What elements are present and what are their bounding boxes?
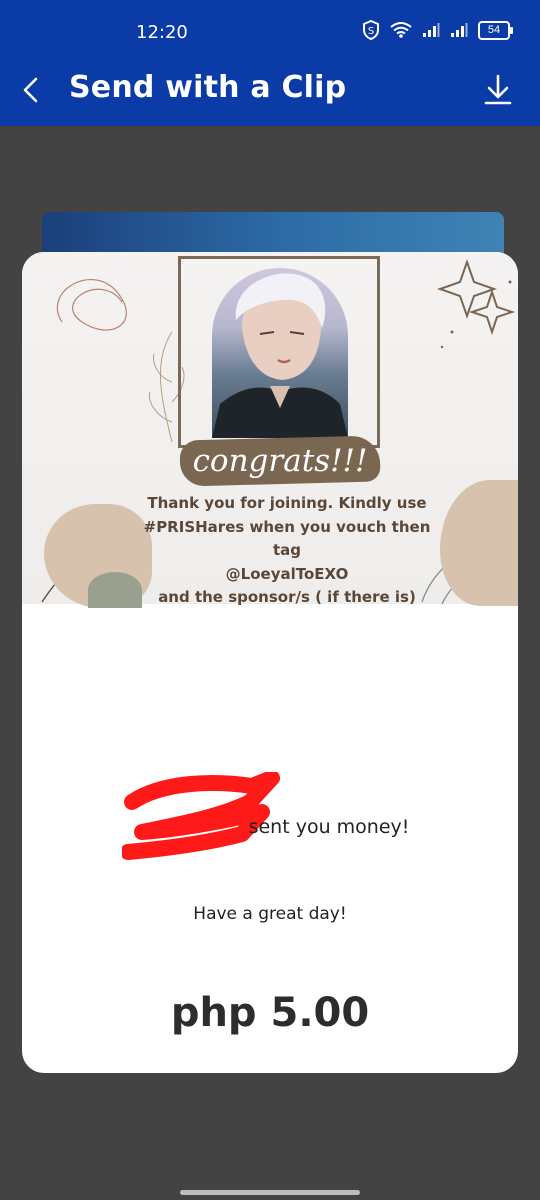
shield-s-icon: S xyxy=(363,20,379,40)
status-bar: 12:20 S 54 xyxy=(0,0,540,54)
clip-line: and the sponsor/s ( if there is) xyxy=(158,588,416,606)
amount-text: php 5.00 xyxy=(170,990,370,1036)
home-indicator[interactable] xyxy=(180,1190,360,1195)
greeting-text: Have a great day! xyxy=(193,904,347,924)
battery-icon: 54 xyxy=(478,20,513,40)
clip-line: Thank you for joining. Kindly use xyxy=(147,494,427,512)
sent-money-text: sent you money! xyxy=(22,816,518,838)
download-icon xyxy=(484,74,512,105)
clip-banner-image: congrats!!! Thank you for joining. Kindl… xyxy=(22,252,518,608)
portrait-image xyxy=(212,268,348,438)
svg-text:S: S xyxy=(368,26,374,37)
congrats-heading: congrats!!! xyxy=(192,443,368,479)
clip-card: congrats!!! Thank you for joining. Kindl… xyxy=(22,252,518,1073)
back-arrow-icon xyxy=(23,77,38,103)
status-time: 12:20 xyxy=(136,22,188,43)
app-bar: Send with a Clip xyxy=(0,54,540,126)
status-icons: S 54 xyxy=(362,20,513,40)
clip-message-text: Thank you for joining. Kindly use #PRISH… xyxy=(142,492,432,610)
signal-icon xyxy=(451,23,468,37)
decor-blob xyxy=(88,572,142,608)
clip-line: @LoeyalToEXO xyxy=(225,564,349,583)
back-button[interactable] xyxy=(14,72,48,108)
clip-line: #PRISHares when you vouch then tag xyxy=(143,517,431,560)
page-title: Send with a Clip xyxy=(69,70,347,105)
sent-money-label: sent you money! xyxy=(248,816,410,838)
download-button[interactable] xyxy=(482,72,514,108)
wifi-icon xyxy=(390,22,412,38)
signal-icon xyxy=(423,23,440,37)
